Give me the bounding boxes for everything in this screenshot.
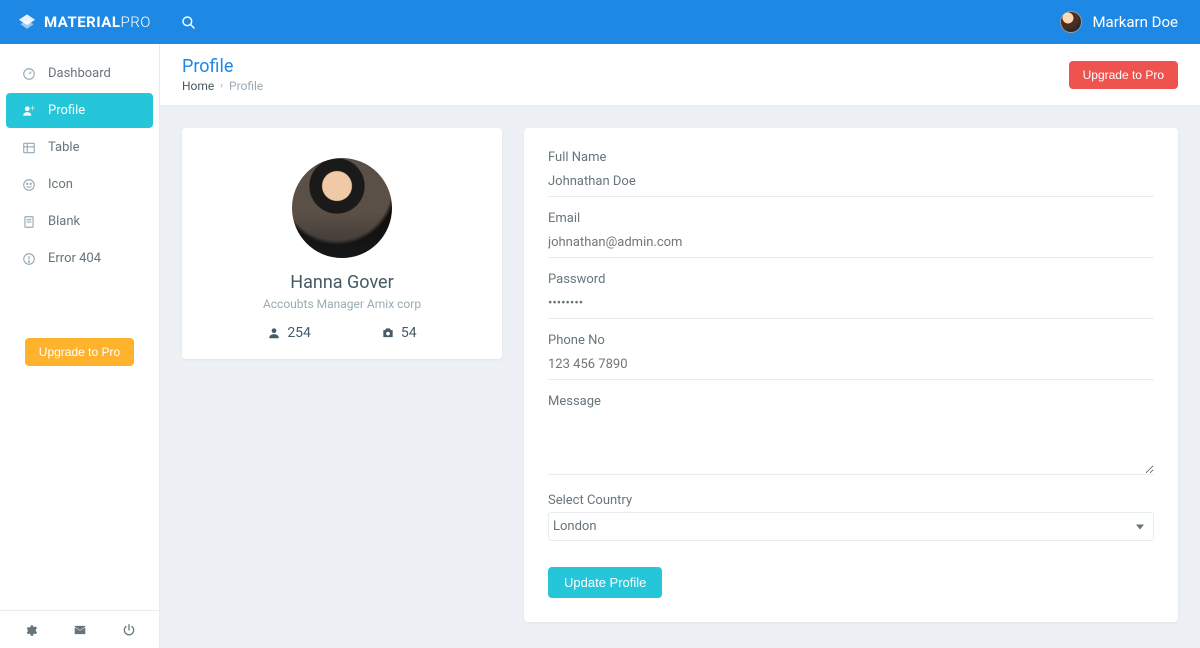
- search-button[interactable]: [172, 6, 204, 38]
- sidebar-item-label: Blank: [48, 214, 80, 229]
- phone-label: Phone No: [548, 333, 1154, 348]
- form-card: Full Name Email Password Phone No: [524, 128, 1178, 622]
- avatar[interactable]: [1060, 11, 1082, 33]
- followers-stat: 254: [267, 325, 311, 341]
- country-select[interactable]: London: [548, 512, 1154, 541]
- table-icon: [20, 141, 38, 155]
- sidebar-item-label: Dashboard: [48, 66, 111, 81]
- alert-icon: [20, 252, 38, 266]
- profile-avatar: [292, 158, 392, 258]
- sidebar: Dashboard Profile Table Icon Blank: [0, 44, 160, 648]
- page-title: Profile: [182, 56, 263, 77]
- upgrade-button-sidebar[interactable]: Upgrade to Pro: [25, 338, 134, 366]
- message-textarea[interactable]: [548, 413, 1154, 475]
- profile-card: Hanna Gover Accoubts Manager Amix corp 2…: [182, 128, 502, 359]
- user-icon: [20, 104, 38, 118]
- sidebar-item-label: Icon: [48, 177, 73, 192]
- sidebar-item-table[interactable]: Table: [6, 130, 153, 165]
- camera-icon: [381, 326, 395, 340]
- search-icon: [180, 14, 196, 30]
- profile-name: Hanna Gover: [202, 272, 482, 293]
- email-label: Email: [548, 211, 1154, 226]
- sidebar-item-label: Table: [48, 140, 79, 155]
- topbar: MATERIALPRO Markarn Doe: [0, 0, 1200, 44]
- mail-icon[interactable]: [67, 617, 93, 643]
- sidebar-item-error[interactable]: Error 404: [6, 241, 153, 276]
- smile-icon: [20, 178, 38, 192]
- sidebar-footer: [0, 610, 159, 648]
- sidebar-item-profile[interactable]: Profile: [6, 93, 153, 128]
- sidebar-item-icon[interactable]: Icon: [6, 167, 153, 202]
- email-input[interactable]: [548, 230, 1154, 258]
- message-label: Message: [548, 394, 1154, 409]
- password-input[interactable]: [548, 291, 1154, 319]
- photos-stat: 54: [381, 325, 417, 341]
- full-name-input[interactable]: [548, 169, 1154, 197]
- file-icon: [20, 215, 38, 229]
- dashboard-icon: [20, 67, 38, 81]
- country-label: Select Country: [548, 493, 1154, 508]
- brand-text: MATERIALPRO: [44, 13, 151, 31]
- profile-role: Accoubts Manager Amix corp: [202, 297, 482, 311]
- power-icon[interactable]: [116, 617, 142, 643]
- phone-input[interactable]: [548, 352, 1154, 380]
- settings-icon[interactable]: [18, 617, 44, 643]
- brand[interactable]: MATERIALPRO: [0, 13, 160, 31]
- sidebar-item-blank[interactable]: Blank: [6, 204, 153, 239]
- sidebar-item-label: Profile: [48, 103, 85, 118]
- followers-count: 254: [287, 325, 311, 341]
- sidebar-item-label: Error 404: [48, 251, 101, 266]
- user-name[interactable]: Markarn Doe: [1092, 13, 1178, 31]
- update-profile-button[interactable]: Update Profile: [548, 567, 662, 598]
- breadcrumb-home[interactable]: Home: [182, 79, 214, 93]
- chevron-right-icon: ›: [220, 81, 223, 91]
- breadcrumb-current: Profile: [229, 79, 263, 93]
- full-name-label: Full Name: [548, 150, 1154, 165]
- photos-count: 54: [401, 325, 417, 341]
- brand-logo-icon: [18, 13, 36, 31]
- upgrade-button-header[interactable]: Upgrade to Pro: [1069, 61, 1178, 89]
- person-icon: [267, 326, 281, 340]
- sidebar-item-dashboard[interactable]: Dashboard: [6, 56, 153, 91]
- page-header: Profile Home › Profile Upgrade to Pro: [160, 44, 1200, 106]
- breadcrumb: Home › Profile: [182, 79, 263, 93]
- password-label: Password: [548, 272, 1154, 287]
- main: Profile Home › Profile Upgrade to Pro Ha…: [160, 44, 1200, 648]
